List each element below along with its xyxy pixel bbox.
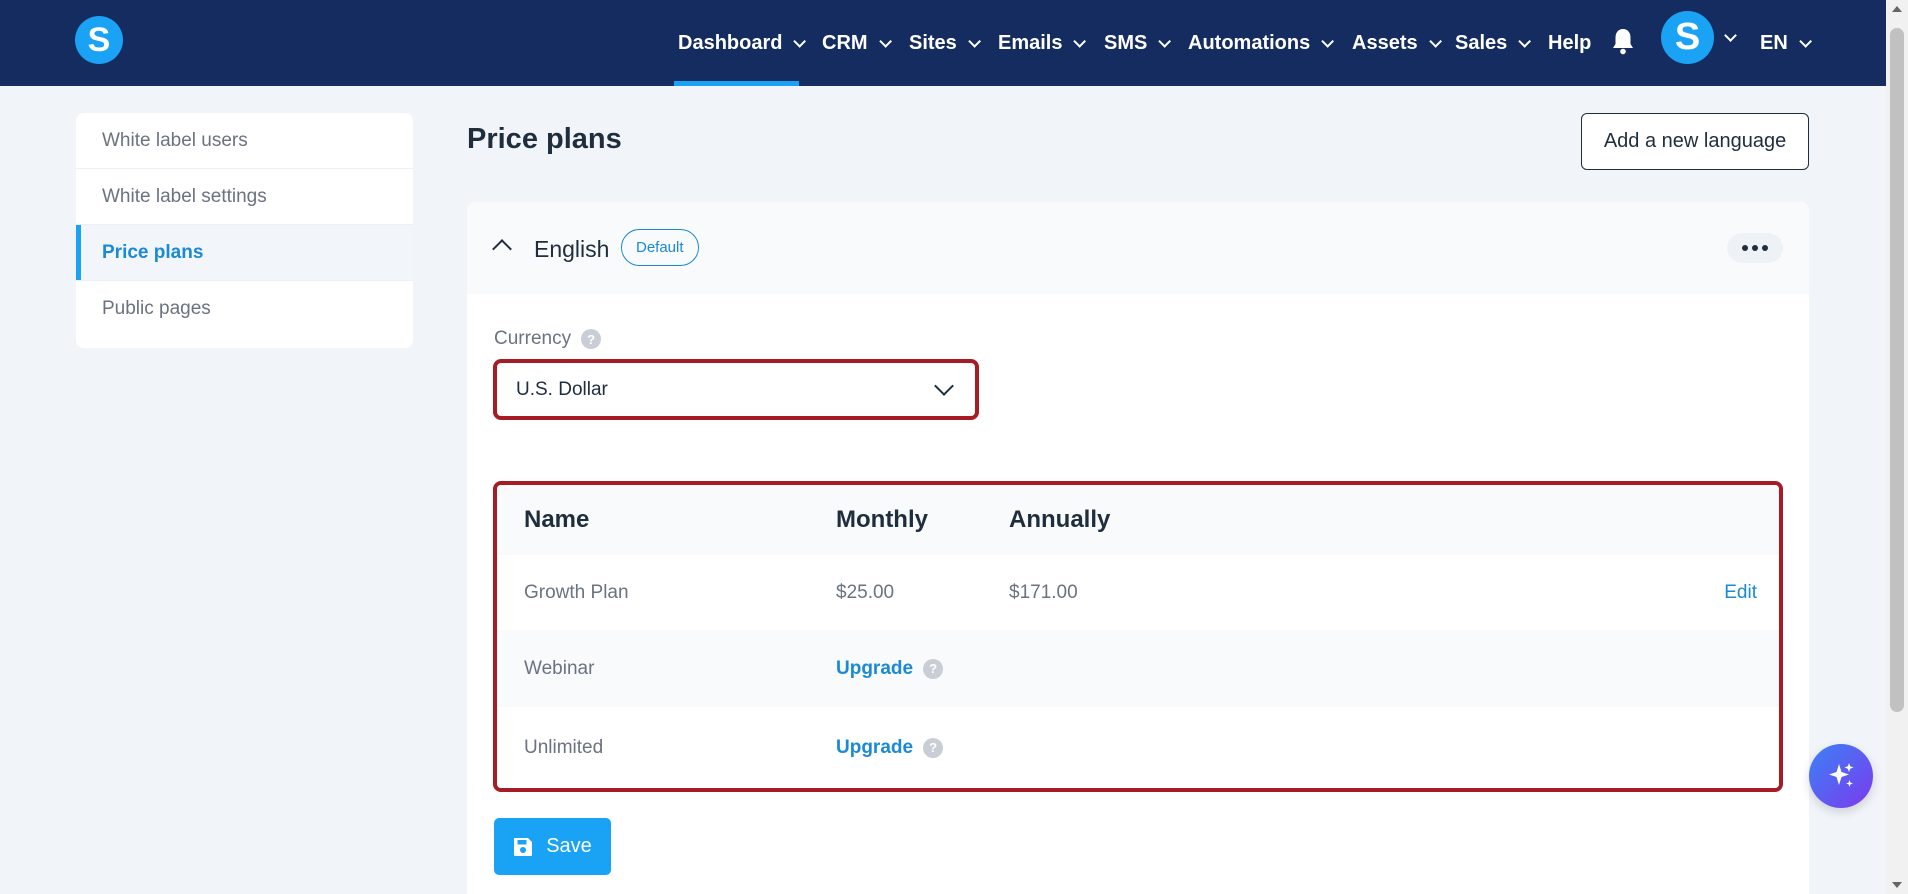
nav-assets[interactable]: Assets <box>1352 0 1442 86</box>
nav-sms-label: SMS <box>1104 31 1148 54</box>
scroll-up-arrow-icon[interactable] <box>1892 6 1902 12</box>
chevron-down-icon <box>1518 34 1532 48</box>
nav-sites[interactable]: Sites <box>909 0 981 86</box>
chevron-down-icon <box>793 34 807 48</box>
column-header-monthly: Monthly <box>836 506 928 533</box>
save-button-label: Save <box>546 835 592 857</box>
more-options-button[interactable] <box>1727 233 1783 263</box>
currency-label-text: Currency <box>494 328 572 349</box>
sidebar-item-white-label-users[interactable]: White label users <box>76 113 413 169</box>
default-badge: Default <box>621 229 699 266</box>
nav-sms[interactable]: SMS <box>1104 0 1172 86</box>
upgrade-link[interactable]: Upgrade <box>836 737 913 759</box>
top-navbar: S Dashboard CRM Sites Emails SMS Automat… <box>0 0 1886 86</box>
help-icon[interactable]: ? <box>923 737 944 758</box>
currency-select-value: U.S. Dollar <box>516 378 608 400</box>
upgrade-cell: Upgrade ? <box>836 707 944 788</box>
plan-name: Webinar <box>524 657 595 679</box>
brand-logo[interactable]: S <box>75 16 123 64</box>
help-icon[interactable]: ? <box>923 658 944 679</box>
language-card-header[interactable]: English Default <box>467 202 1809 294</box>
sidebar-item-label: White label users <box>102 129 248 151</box>
chevron-down-icon <box>878 34 892 48</box>
chevron-down-icon <box>1073 34 1087 48</box>
avatar[interactable]: S <box>1661 11 1714 64</box>
save-button[interactable]: Save <box>494 818 611 875</box>
nav-dashboard-label: Dashboard <box>678 31 783 54</box>
plan-name: Unlimited <box>524 736 604 758</box>
plan-annual-price: $171.00 <box>1009 581 1078 603</box>
bell-icon[interactable] <box>1611 27 1635 55</box>
currency-label: Currency ? <box>494 328 602 350</box>
sidebar-item-public-pages[interactable]: Public pages <box>76 281 413 337</box>
currency-select[interactable]: U.S. Dollar <box>493 359 979 420</box>
nav-crm-label: CRM <box>822 31 868 54</box>
sidebar: White label users White label settings P… <box>76 113 413 348</box>
sparkle-icon <box>1829 763 1854 787</box>
nav-emails-label: Emails <box>998 31 1063 54</box>
active-nav-indicator <box>674 81 799 86</box>
sidebar-item-label: White label settings <box>102 185 267 207</box>
nav-assets-label: Assets <box>1352 31 1418 54</box>
nav-automations[interactable]: Automations <box>1188 0 1335 86</box>
table-header-row: Name Monthly Annually <box>497 485 1779 555</box>
table-row: Growth Plan $25.00 $171.00 Edit <box>497 555 1779 630</box>
table-row: Unlimited Upgrade ? <box>497 707 1779 788</box>
language-name: English <box>534 236 610 262</box>
save-icon <box>514 837 533 856</box>
page-title: Price plans <box>467 123 622 155</box>
price-plans-table: Name Monthly Annually Growth Plan $25.00… <box>493 481 1783 792</box>
upgrade-link[interactable]: Upgrade <box>836 658 913 680</box>
chevron-down-icon <box>1799 34 1812 48</box>
column-header-annually: Annually <box>1009 506 1111 533</box>
nav-automations-label: Automations <box>1188 31 1311 54</box>
sidebar-item-white-label-settings[interactable]: White label settings <box>76 169 413 225</box>
sidebar-item-label: Public pages <box>102 298 211 319</box>
chevron-down-icon <box>968 34 981 48</box>
column-header-name: Name <box>524 506 590 533</box>
add-language-button[interactable]: Add a new language <box>1581 113 1809 170</box>
upgrade-cell: Upgrade ? <box>836 630 944 707</box>
nav-help[interactable]: Help <box>1548 0 1591 86</box>
nav-sites-label: Sites <box>909 31 957 54</box>
ai-assistant-button[interactable] <box>1809 744 1873 808</box>
more-icon <box>1742 245 1748 251</box>
help-icon[interactable]: ? <box>581 329 602 349</box>
chevron-down-icon <box>1428 34 1442 48</box>
nav-help-label: Help <box>1548 31 1592 54</box>
nav-sales[interactable]: Sales <box>1455 0 1532 86</box>
more-icon <box>1752 245 1758 251</box>
chevron-up-icon[interactable] <box>492 239 512 259</box>
table-row: Webinar Upgrade ? <box>497 630 1779 707</box>
chevron-down-icon[interactable] <box>1724 29 1737 42</box>
plan-monthly-price: $25.00 <box>836 581 895 603</box>
nav-sales-label: Sales <box>1455 31 1508 54</box>
nav-crm[interactable]: CRM <box>822 0 892 86</box>
sidebar-item-price-plans[interactable]: Price plans <box>76 225 413 281</box>
language-selector-label: EN <box>1760 31 1788 54</box>
scroll-down-arrow-icon[interactable] <box>1892 882 1902 888</box>
chevron-down-icon <box>1158 34 1172 48</box>
page-scrollbar[interactable] <box>1886 0 1908 894</box>
nav-dashboard[interactable]: Dashboard <box>678 0 807 86</box>
scrollbar-thumb[interactable] <box>1890 28 1904 712</box>
plan-name: Growth Plan <box>524 581 629 603</box>
chevron-down-icon <box>934 376 954 396</box>
language-selector[interactable]: EN <box>1760 0 1812 86</box>
chevron-down-icon <box>1321 34 1335 48</box>
nav-emails[interactable]: Emails <box>998 0 1087 86</box>
sidebar-item-label: Price plans <box>102 241 204 263</box>
language-card: English Default Currency ? U.S. Dollar N… <box>467 202 1809 894</box>
edit-plan-link[interactable]: Edit <box>1724 555 1757 630</box>
more-icon <box>1762 245 1768 251</box>
